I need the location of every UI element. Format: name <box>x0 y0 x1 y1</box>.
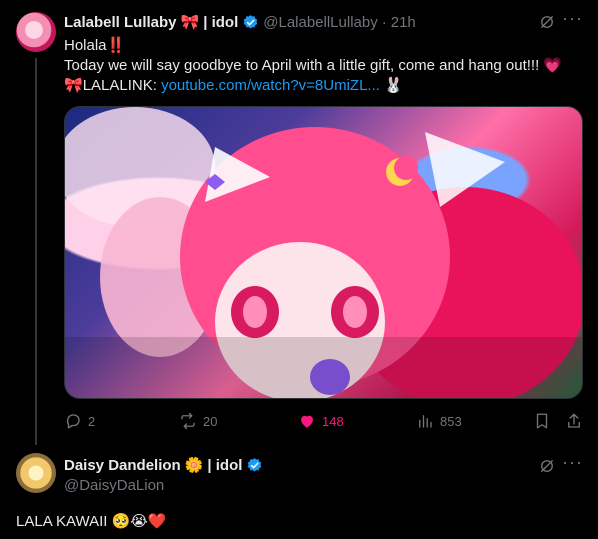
author-name-suffix[interactable]: | idol <box>207 457 242 474</box>
tweet2-text: LALA KAWAII 🥺😭❤️ <box>16 513 167 530</box>
tweet-line-1: Holala‼️ <box>64 36 584 56</box>
like-count: 148 <box>322 413 344 429</box>
bunny-emoji: 🐰 <box>384 77 403 94</box>
avatar-daisy[interactable] <box>16 453 56 493</box>
tweet-time[interactable]: 21h <box>391 14 416 31</box>
verified-badge-icon <box>248 457 262 472</box>
grok-icon[interactable] <box>538 457 556 475</box>
reply-count: 2 <box>88 413 96 429</box>
tweet-line-2: Today we will say goodbye to April with … <box>64 57 563 74</box>
author-name-emoji: 🌼 <box>184 457 204 474</box>
share-icon[interactable] <box>565 412 583 430</box>
author-handle[interactable]: @LalabellLullaby <box>263 14 377 31</box>
thread-connector-line <box>35 58 37 445</box>
tweet2-header: Daisy Dandelion 🌼 | idol <box>64 455 263 475</box>
verified-badge-icon <box>244 14 258 29</box>
more-icon[interactable]: ··· <box>562 8 583 29</box>
like-button[interactable]: 148 <box>298 412 344 430</box>
tweet-line-3: 🎀LALALINK: youtube.com/watch?v=8UmiZL...… <box>64 76 584 96</box>
like-icon <box>301 415 313 428</box>
youtube-link[interactable]: youtube.com/watch?v=8UmiZL... <box>161 77 380 94</box>
author-handle[interactable]: @DaisyDaLion <box>64 477 164 494</box>
grok-icon[interactable] <box>538 13 556 31</box>
repost-icon <box>181 412 195 430</box>
author-name[interactable]: Lalabell Lullaby <box>64 14 177 31</box>
repost-button[interactable]: 20 <box>179 412 217 430</box>
views-button[interactable]: 853 <box>416 412 462 430</box>
tweet1-body: Holala‼️ Today we will say goodbye to Ap… <box>64 36 584 96</box>
tweet-line-1-text: Holala <box>64 37 107 54</box>
views-count: 853 <box>440 413 462 429</box>
author-name-suffix[interactable]: | idol <box>203 14 238 31</box>
repost-count: 20 <box>203 413 218 429</box>
author-name[interactable]: Daisy Dandelion <box>64 457 181 474</box>
views-icon <box>419 415 432 428</box>
ribbon-emoji: 🎀 <box>64 77 83 94</box>
reply-icon <box>66 414 80 429</box>
author-name-emoji: 🎀 <box>180 14 200 31</box>
tweet-line-1-emoji: ‼️ <box>106 37 126 54</box>
header-separator: · <box>381 13 387 31</box>
tweet1-header: Lalabell Lullaby 🎀 | idol @LalabellLulla… <box>64 12 416 32</box>
bookmark-icon[interactable] <box>533 412 551 430</box>
anime-illustration <box>65 107 582 398</box>
reply-button[interactable]: 2 <box>64 412 95 430</box>
more-icon[interactable]: ··· <box>562 452 583 473</box>
tweet-media-image[interactable] <box>64 106 583 399</box>
link-label: LALALINK: <box>82 77 157 94</box>
avatar-lalabell[interactable] <box>16 12 56 52</box>
